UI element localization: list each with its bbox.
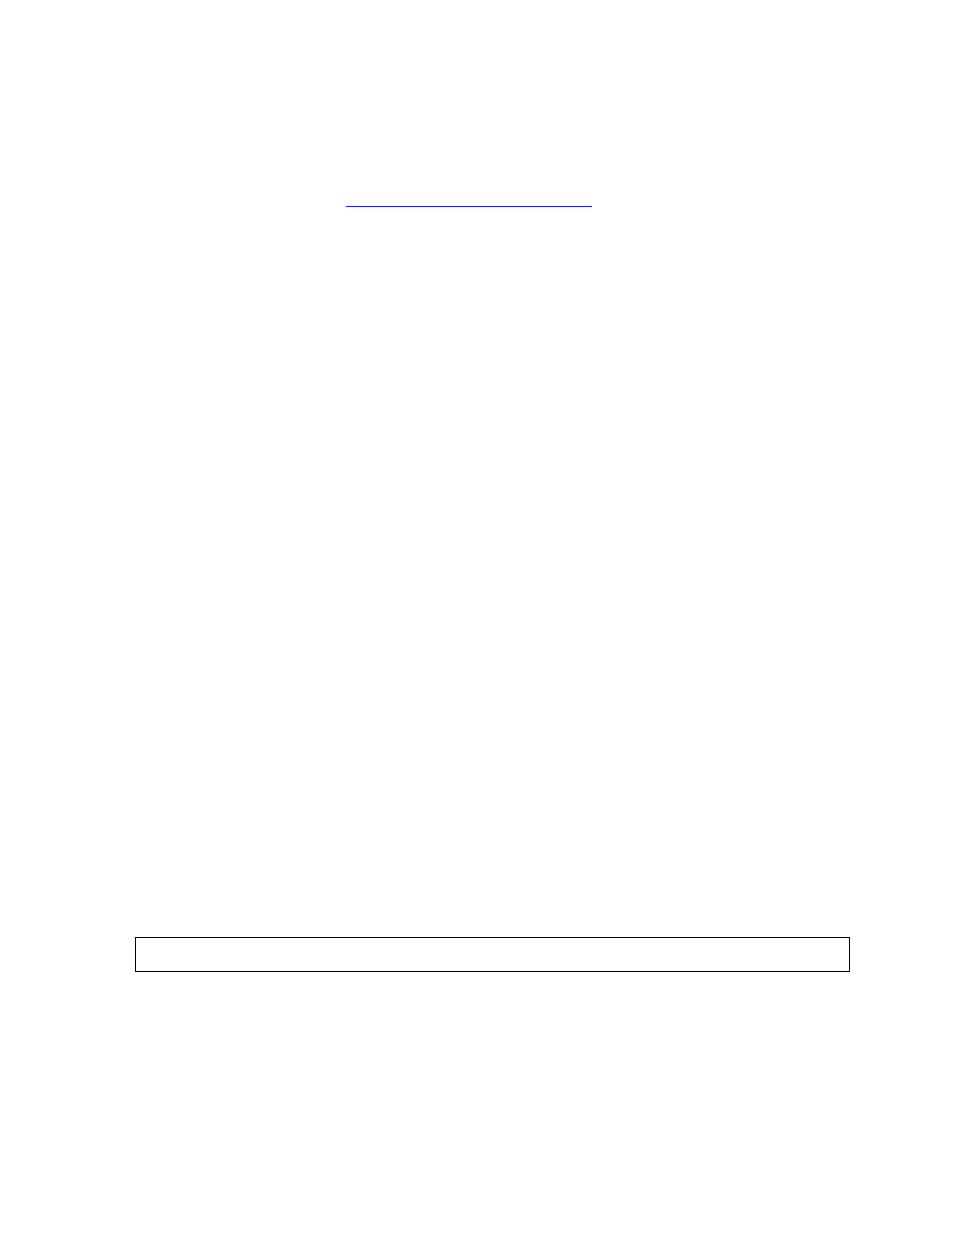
document-page (0, 0, 954, 1235)
bordered-box (135, 937, 850, 972)
hyperlink-underline[interactable] (346, 206, 592, 207)
